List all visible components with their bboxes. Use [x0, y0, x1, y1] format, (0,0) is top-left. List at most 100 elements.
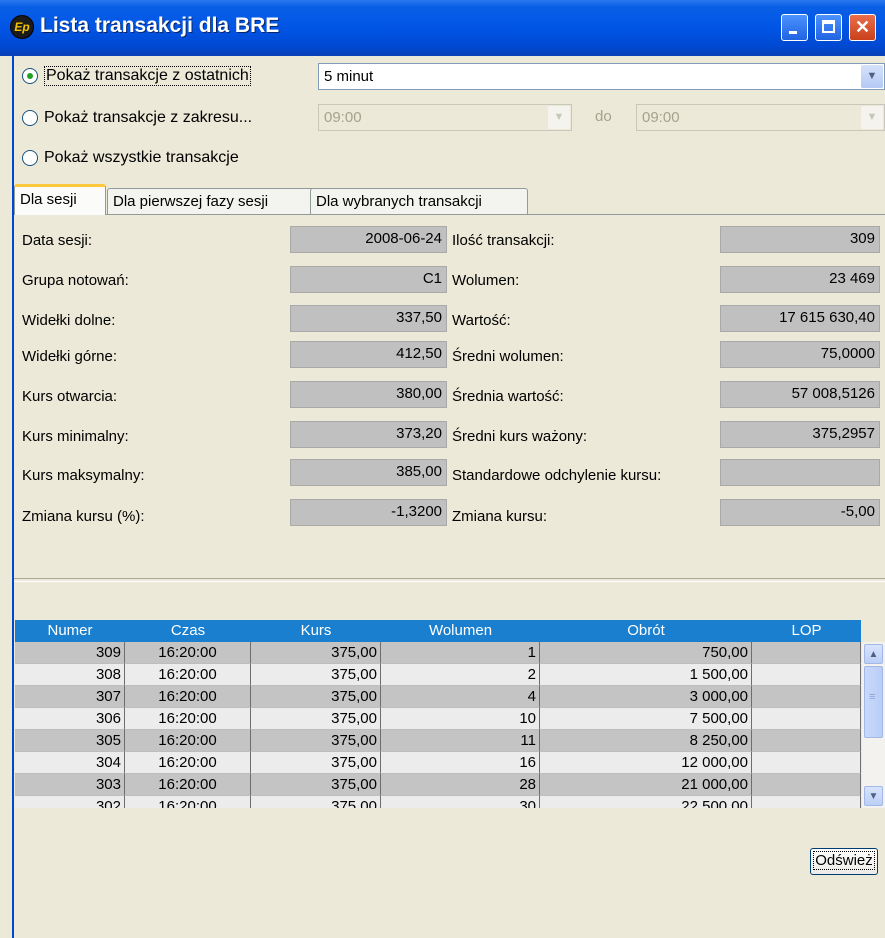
radio-all[interactable]	[22, 150, 38, 166]
stat-label: Kurs otwarcia:	[22, 388, 118, 405]
radio-all-option[interactable]: Pokaż wszystkie transakcje	[22, 144, 239, 172]
stat-label: Zmiana kursu:	[452, 508, 548, 525]
scroll-thumb[interactable]	[864, 666, 883, 738]
cell-number: 302	[15, 796, 125, 808]
title-bar[interactable]: Ep Lista transakcji dla BRE ✕	[0, 0, 885, 56]
cell-number: 303	[15, 774, 125, 796]
scroll-down-arrow-icon[interactable]: ▼	[864, 786, 883, 806]
stat-value-open: 380,00	[290, 381, 447, 408]
column-header-number[interactable]: Numer	[15, 622, 125, 639]
stat-label: Widełki dolne:	[22, 312, 116, 329]
cell-time: 16:20:00	[125, 664, 251, 686]
table-row[interactable]: 304 16:20:00 375,00 16 12 000,00	[15, 752, 861, 774]
cell-time: 16:20:00	[125, 642, 251, 664]
radio-range-option[interactable]: Pokaż transakcje z zakresu...	[22, 104, 252, 132]
range-to-label: do	[595, 108, 612, 125]
stat-label: Średni wolumen:	[452, 348, 564, 365]
close-button[interactable]: ✕	[849, 14, 876, 41]
refresh-button[interactable]: Odśwież	[810, 848, 878, 875]
stat-label: Ilość transakcji:	[452, 232, 555, 249]
cell-time: 16:20:00	[125, 796, 251, 808]
radio-range-label: Pokaż transakcje z zakresu...	[44, 109, 253, 126]
cell-turnover: 1 500,00	[540, 664, 752, 686]
cell-lop	[752, 752, 861, 774]
column-header-time[interactable]: Czas	[125, 622, 251, 639]
transactions-grid[interactable]: Numer Czas Kurs Wolumen Obrót LOP 309 16:…	[15, 620, 861, 808]
recent-period-value: 5 minut	[324, 68, 374, 85]
stat-label: Standardowe odchylenie kursu:	[452, 467, 662, 484]
stat-label: Widełki górne:	[22, 348, 118, 365]
cell-turnover: 21 000,00	[540, 774, 752, 796]
cell-number: 308	[15, 664, 125, 686]
radio-recent-option[interactable]: Pokaż transakcje z ostatnich	[22, 62, 251, 90]
stat-value-max: 385,00	[290, 459, 447, 486]
stat-label: Wartość:	[452, 312, 511, 329]
table-row[interactable]: 308 16:20:00 375,00 2 1 500,00	[15, 664, 861, 686]
table-row[interactable]: 307 16:20:00 375,00 4 3 000,00	[15, 686, 861, 708]
cell-number: 305	[15, 730, 125, 752]
grid-vertical-scrollbar[interactable]: ▲ ▼	[862, 642, 885, 808]
minimize-button[interactable]	[781, 14, 808, 41]
stat-label: Zmiana kursu (%):	[22, 508, 145, 525]
maximize-button[interactable]	[815, 14, 842, 41]
cell-volume: 28	[381, 774, 540, 796]
tab-session[interactable]: Dla sesji	[14, 184, 106, 215]
cell-price: 375,00	[251, 796, 381, 808]
app-logo-icon: Ep	[10, 15, 34, 39]
cell-number: 306	[15, 708, 125, 730]
chevron-down-icon[interactable]: ▼	[548, 106, 570, 129]
cell-number: 309	[15, 642, 125, 664]
separator	[14, 578, 885, 582]
cell-turnover: 12 000,00	[540, 752, 752, 774]
tab-first-phase[interactable]: Dla pierwszej fazy sesji	[107, 188, 320, 214]
stat-label: Średni kurs ważony:	[452, 428, 588, 445]
stat-value-min: 373,20	[290, 421, 447, 448]
stat-value-volume: 23 469	[720, 266, 880, 293]
tab-selected-transactions[interactable]: Dla wybranych transakcji	[310, 188, 528, 214]
stat-label: Kurs minimalny:	[22, 428, 129, 445]
table-row[interactable]: 309 16:20:00 375,00 1 750,00	[15, 642, 861, 664]
cell-turnover: 7 500,00	[540, 708, 752, 730]
range-from-select[interactable]: 09:00 ▼	[318, 104, 572, 131]
cell-price: 375,00	[251, 686, 381, 708]
column-header-turnover[interactable]: Obrót	[540, 622, 752, 639]
cell-time: 16:20:00	[125, 730, 251, 752]
range-to-select[interactable]: 09:00 ▼	[636, 104, 885, 131]
cell-turnover: 3 000,00	[540, 686, 752, 708]
table-row[interactable]: 306 16:20:00 375,00 10 7 500,00	[15, 708, 861, 730]
table-row[interactable]: 305 16:20:00 375,00 11 8 250,00	[15, 730, 861, 752]
cell-number: 307	[15, 686, 125, 708]
radio-recent[interactable]	[22, 68, 38, 84]
chevron-down-icon[interactable]: ▼	[861, 106, 883, 129]
stat-value-change: -5,00	[720, 499, 880, 526]
cell-price: 375,00	[251, 752, 381, 774]
column-header-lop[interactable]: LOP	[752, 622, 861, 639]
cell-price: 375,00	[251, 774, 381, 796]
chevron-down-icon[interactable]: ▼	[861, 65, 883, 88]
cell-volume: 4	[381, 686, 540, 708]
column-header-volume[interactable]: Wolumen	[381, 622, 540, 639]
scroll-up-arrow-icon[interactable]: ▲	[864, 644, 883, 664]
cell-lop	[752, 796, 861, 808]
stat-value-change-pct: -1,3200	[290, 499, 447, 526]
cell-price: 375,00	[251, 664, 381, 686]
table-row[interactable]: 303 16:20:00 375,00 28 21 000,00	[15, 774, 861, 796]
cell-lop	[752, 708, 861, 730]
stat-value-avg-value: 57 008,5126	[720, 381, 880, 408]
column-header-price[interactable]: Kurs	[251, 622, 381, 639]
cell-price: 375,00	[251, 730, 381, 752]
window-title: Lista transakcji dla BRE	[40, 14, 280, 37]
recent-period-select[interactable]: 5 minut ▼	[318, 63, 885, 90]
stat-value-lower-band: 337,50	[290, 305, 447, 332]
stat-value-upper-band: 412,50	[290, 341, 447, 368]
radio-range[interactable]	[22, 110, 38, 126]
range-to-value: 09:00	[642, 109, 680, 126]
cell-lop	[752, 730, 861, 752]
cell-price: 375,00	[251, 642, 381, 664]
range-from-value: 09:00	[324, 109, 362, 126]
cell-turnover: 750,00	[540, 642, 752, 664]
stat-value-transaction-count: 309	[720, 226, 880, 253]
table-row[interactable]: 302 16:20:00 375,00 30 22 500,00	[15, 796, 861, 808]
transaction-list-window: Ep Lista transakcji dla BRE ✕ Pokaż tran…	[0, 0, 885, 938]
minimize-icon	[789, 31, 797, 34]
